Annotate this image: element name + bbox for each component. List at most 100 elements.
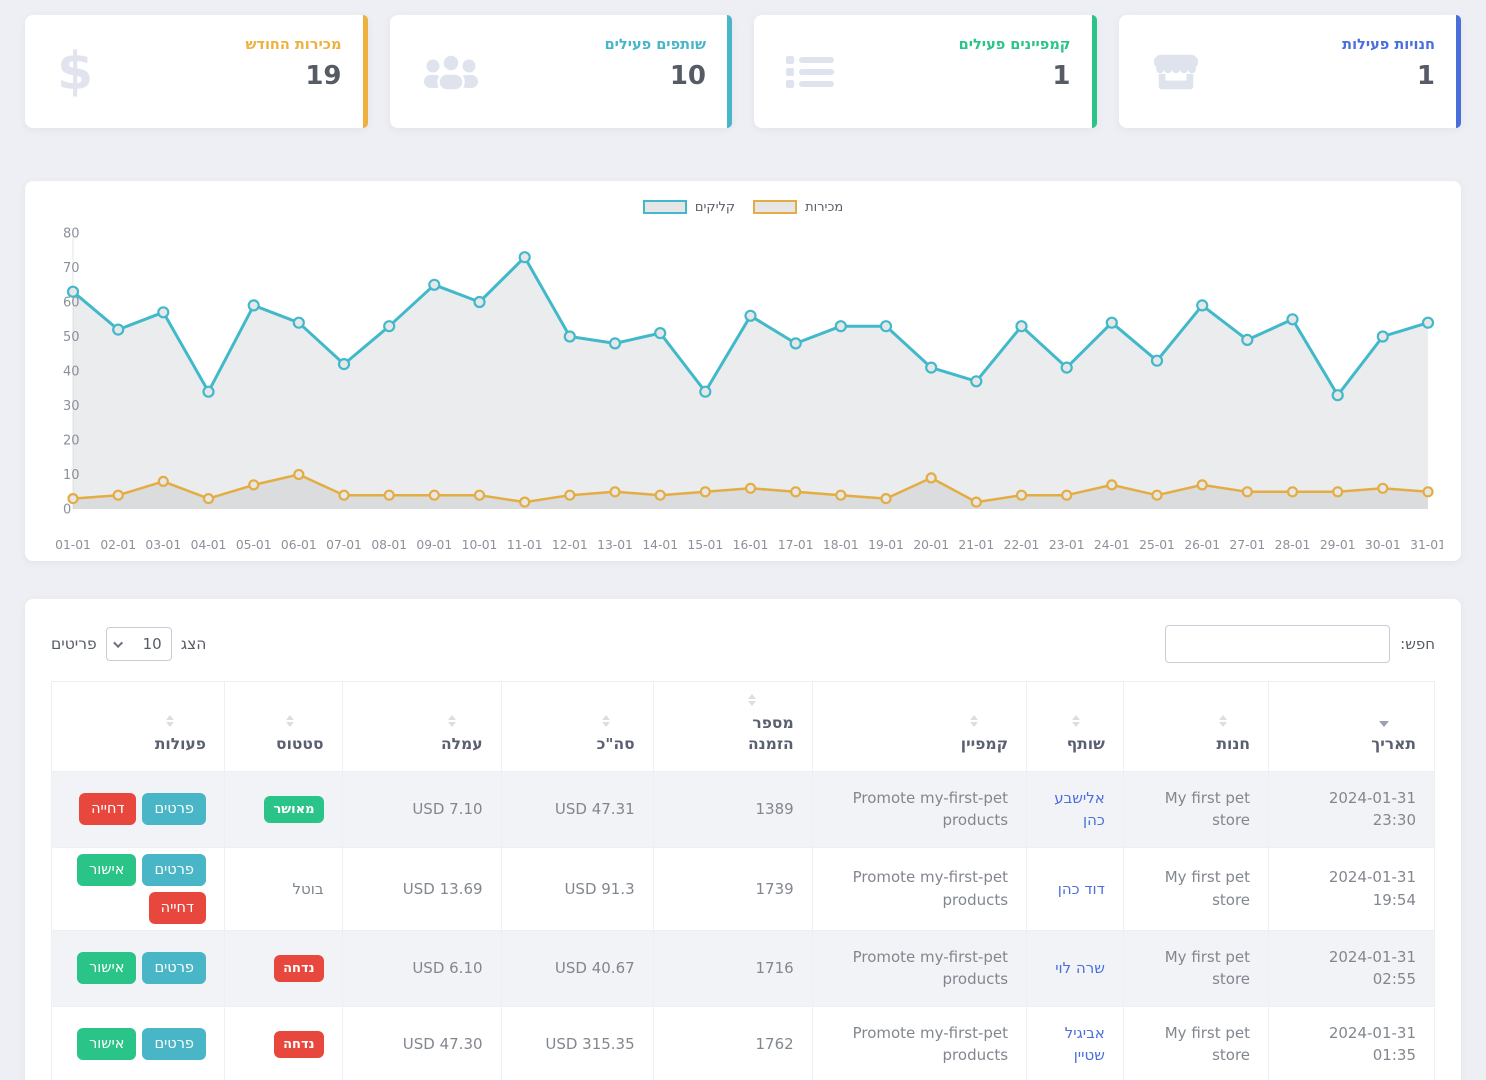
svg-text:11-01: 11-01: [507, 538, 543, 552]
cell-commission: USD 47.30: [342, 1006, 501, 1080]
sort-icon: [1072, 715, 1080, 727]
column-header-order[interactable]: מספר הזמנה: [653, 682, 812, 772]
search-label: חפש:: [1400, 635, 1435, 653]
svg-text:07-01: 07-01: [326, 538, 362, 552]
svg-text:06-01: 06-01: [281, 538, 317, 552]
column-header-total[interactable]: סה"כ: [501, 682, 653, 772]
action-button-green[interactable]: אישור: [77, 952, 136, 984]
column-header-commission[interactable]: עמלה: [342, 682, 501, 772]
cell-commission: USD 6.10: [342, 930, 501, 1006]
search-input[interactable]: [1165, 625, 1390, 663]
cell-total: USD 40.67: [501, 930, 653, 1006]
cell-partner: שרה לוי: [1027, 930, 1124, 1006]
svg-text:02-01: 02-01: [100, 538, 136, 552]
svg-text:04-01: 04-01: [191, 538, 227, 552]
svg-text:25-01: 25-01: [1139, 538, 1175, 552]
cell-actions: פרטיםדחייה: [52, 771, 225, 847]
action-button-green[interactable]: אישור: [77, 854, 136, 886]
action-button-teal[interactable]: פרטים: [142, 793, 206, 825]
svg-text:16-01: 16-01: [733, 538, 769, 552]
column-header-partner[interactable]: שותף: [1027, 682, 1124, 772]
status-badge: מאושר: [264, 796, 323, 824]
sort-icon: [166, 715, 174, 727]
column-header-label: מספר הזמנה: [730, 713, 794, 755]
card-accent-bar: [1456, 15, 1461, 128]
legend-label: מכירות: [805, 200, 843, 215]
legend-label: קליקים: [695, 200, 735, 215]
card-accent-bar: [1092, 15, 1097, 128]
chevron-down-icon: [113, 638, 123, 648]
sort-icon: [448, 715, 456, 727]
cell-order: 1762: [653, 1006, 812, 1080]
cell-campaign: Promote my-first-pet products: [812, 847, 1026, 930]
cell-campaign: Promote my-first-pet products: [812, 771, 1026, 847]
sort-icon: [970, 715, 978, 727]
status-badge: נדחה: [274, 955, 323, 983]
legend-item-0[interactable]: קליקים: [643, 200, 735, 215]
column-header-label: חנות: [1216, 734, 1250, 755]
sort-icon: [602, 715, 610, 727]
stat-card-title: חנויות פעילות: [1119, 15, 1462, 53]
sort-icon: [1219, 715, 1227, 727]
stats-cards-row: חנויות פעילות 1 קמפיינים פעילים 1 שותפים: [0, 0, 1486, 128]
action-button-teal[interactable]: פרטים: [142, 1028, 206, 1060]
cell-partner: דוד כהן: [1027, 847, 1124, 930]
cell-date: 2024-01-3101:35: [1269, 1006, 1435, 1080]
cell-campaign: Promote my-first-pet products: [812, 930, 1026, 1006]
dollar-icon: $: [57, 46, 93, 98]
svg-text:70: 70: [63, 261, 80, 276]
page-size-control: הצג 10 פריטים: [51, 627, 206, 661]
svg-text:15-01: 15-01: [687, 538, 723, 552]
svg-text:14-01: 14-01: [642, 538, 678, 552]
cell-status: בוטל: [224, 847, 342, 930]
column-header-actions[interactable]: פעולות: [52, 682, 225, 772]
cell-partner: אביגיל שטיין: [1027, 1006, 1124, 1080]
svg-text:05-01: 05-01: [236, 538, 272, 552]
status-text: בוטל: [292, 880, 323, 898]
action-button-green[interactable]: אישור: [77, 1028, 136, 1060]
page-size-select[interactable]: 10: [106, 627, 172, 661]
search-control: חפש:: [1165, 625, 1435, 663]
partner-link[interactable]: אביגיל שטיין: [1065, 1024, 1105, 1065]
column-header-label: סטטוס: [276, 734, 323, 755]
svg-text:01-01: 01-01: [55, 538, 91, 552]
svg-text:10-01: 10-01: [462, 538, 498, 552]
page-size-value: 10: [143, 635, 162, 653]
svg-text:22-01: 22-01: [1004, 538, 1040, 552]
cell-store: My first pet store: [1123, 847, 1268, 930]
svg-text:24-01: 24-01: [1094, 538, 1130, 552]
column-header-store[interactable]: חנות: [1123, 682, 1268, 772]
chart-legend: קליקים מכירות: [43, 195, 1443, 219]
partner-link[interactable]: דוד כהן: [1058, 880, 1105, 898]
column-header-label: פעולות: [155, 734, 206, 755]
action-button-red[interactable]: דחייה: [149, 892, 206, 924]
action-button-teal[interactable]: פרטים: [142, 854, 206, 886]
column-header-label: קמפיין: [961, 734, 1008, 755]
svg-text:19-01: 19-01: [868, 538, 904, 552]
column-header-date[interactable]: תאריך: [1269, 682, 1435, 772]
cell-date: 2024-01-3119:54: [1269, 847, 1435, 930]
users-icon: [422, 52, 480, 92]
column-header-campaign[interactable]: קמפיין: [812, 682, 1026, 772]
action-button-red[interactable]: דחייה: [79, 793, 136, 825]
cell-order: 1716: [653, 930, 812, 1006]
legend-item-1[interactable]: מכירות: [753, 200, 843, 215]
stat-card-active-partners: שותפים פעילים 10: [390, 15, 733, 128]
show-label: הצג: [181, 635, 207, 653]
partner-link[interactable]: שרה לוי: [1055, 959, 1105, 977]
action-button-teal[interactable]: פרטים: [142, 952, 206, 984]
cell-store: My first pet store: [1123, 930, 1268, 1006]
svg-text:27-01: 27-01: [1229, 538, 1265, 552]
svg-text:13-01: 13-01: [597, 538, 633, 552]
orders-table-panel: חפש: הצג 10 פריטים תאריך חנות שותף קמפיין מס…: [25, 599, 1461, 1080]
partner-link[interactable]: אלישבע כהן: [1054, 789, 1105, 830]
table-row: 2024-01-3119:54My first pet store דוד כהן…: [52, 847, 1435, 930]
cell-store: My first pet store: [1123, 1006, 1268, 1080]
cell-actions: פרטיםאישור דחייה: [52, 847, 225, 930]
cell-campaign: Promote my-first-pet products: [812, 1006, 1026, 1080]
legend-swatch: [753, 200, 797, 214]
svg-text:26-01: 26-01: [1184, 538, 1220, 552]
sort-icon: [286, 715, 294, 727]
table-header-row: תאריך חנות שותף קמפיין מספר הזמנה סה"כעמלה סטט…: [52, 682, 1435, 772]
column-header-status[interactable]: סטטוס: [224, 682, 342, 772]
